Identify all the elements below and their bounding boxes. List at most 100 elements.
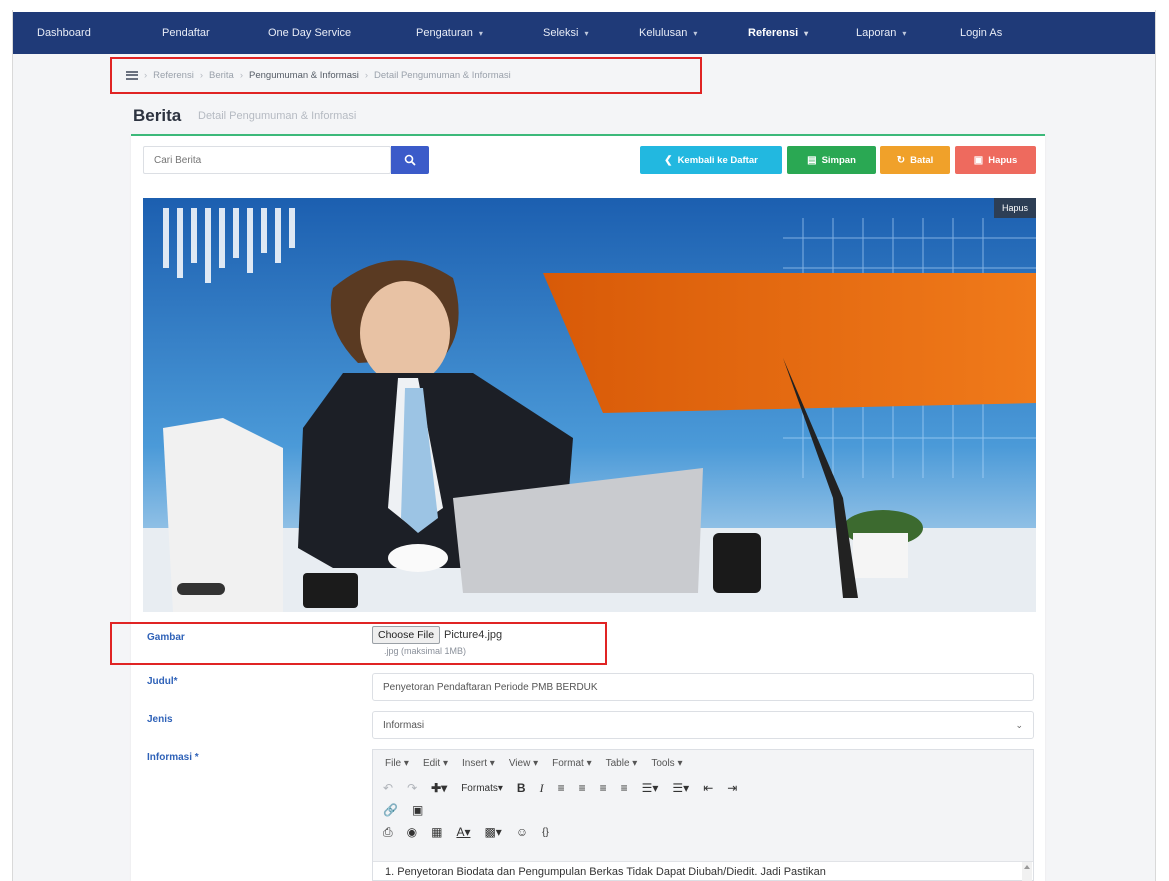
nav-item-login-as[interactable]: Login As	[960, 27, 1002, 39]
judul-input[interactable]: Penyetoran Pendaftaran Periode PMB BERDU…	[372, 673, 1034, 701]
align-center-icon[interactable]: ≡	[579, 781, 586, 795]
nav-item-seleksi[interactable]: Seleksi ▾	[543, 27, 588, 39]
news-image-preview: Hapus	[143, 198, 1036, 612]
chevron-down-icon: ▾	[902, 28, 907, 38]
menu-label: Table	[605, 758, 630, 769]
bullet-list-icon[interactable]: ☰▾	[642, 781, 659, 795]
background-color-icon[interactable]: ▩▾	[484, 825, 501, 839]
formats-dropdown[interactable]: Formats ▾	[461, 783, 503, 794]
page-title: Berita	[133, 106, 182, 125]
back-to-list-button[interactable]: ❮ Kembali ke Daftar	[640, 146, 782, 174]
menu-label: File	[385, 758, 402, 769]
save-button[interactable]: ▤ Simpan	[787, 146, 876, 174]
nav-item-label: Pengaturan	[416, 27, 473, 39]
delete-button-label: Hapus	[988, 154, 1018, 166]
chevron-down-icon: ▾	[804, 28, 809, 38]
align-right-icon[interactable]: ≡	[600, 781, 607, 795]
highlight-box-breadcrumb	[110, 57, 702, 94]
italic-icon[interactable]: I	[540, 781, 544, 796]
editor-menubar: File ▾ Edit ▾ Insert ▾ View ▾ Format ▾ T…	[373, 750, 1033, 769]
image-delete-button[interactable]: Hapus	[993, 198, 1036, 218]
media-icon[interactable]: ▦	[431, 825, 442, 839]
news-photo	[143, 198, 1036, 612]
menu-label: Insert	[461, 758, 487, 769]
nav-item-label: One Day Service	[268, 27, 352, 39]
search-input[interactable]	[143, 146, 391, 174]
back-button-label: Kembali ke Daftar	[677, 154, 758, 166]
editor-menu-edit[interactable]: Edit ▾	[423, 758, 448, 769]
nav-item-pengaturan[interactable]: Pengaturan ▾	[416, 27, 483, 39]
align-justify-icon[interactable]: ≡	[621, 781, 628, 795]
outdent-icon[interactable]: ⇤	[703, 781, 713, 795]
save-icon: ▤	[807, 154, 817, 166]
nav-item-label: Referensi	[748, 27, 799, 39]
align-left-icon[interactable]: ≡	[558, 781, 565, 795]
jenis-label: Jenis	[147, 714, 173, 725]
editor-toolbar: File ▾ Edit ▾ Insert ▾ View ▾ Format ▾ T…	[373, 750, 1033, 862]
editor-menu-insert[interactable]: Insert ▾	[462, 758, 495, 769]
jenis-select-value: Informasi	[383, 719, 425, 731]
editor-menu-file[interactable]: File ▾	[385, 758, 409, 769]
image-icon[interactable]: ▣	[412, 803, 423, 817]
editor-menu-view[interactable]: View ▾	[509, 758, 538, 769]
menu-label: Format	[552, 758, 584, 769]
nav-item-label: Laporan	[856, 27, 897, 39]
search-button[interactable]	[391, 146, 429, 174]
page-subtitle: Detail Pengumuman & Informasi	[198, 110, 357, 122]
search-icon	[404, 154, 416, 166]
judul-label: Judul*	[147, 676, 178, 687]
top-navbar: Dashboard Pendaftar One Day Service Peng…	[13, 12, 1155, 54]
chevron-down-icon: ▾	[584, 28, 589, 38]
delete-button[interactable]: ▣ Hapus	[955, 146, 1036, 174]
print-icon[interactable]: ⎙	[383, 825, 393, 840]
nav-item-label: Login As	[960, 27, 1003, 39]
chevron-down-icon: ⌄	[1015, 719, 1023, 730]
editor-content[interactable]: 1. Penyetoran Biodata dan Pengumpulan Be…	[373, 862, 1033, 881]
editor-menu-format[interactable]: Format ▾	[552, 758, 591, 769]
cancel-button-label: Batal	[910, 154, 934, 166]
menu-label: Tools	[651, 758, 675, 769]
undo-icon[interactable]: ↶	[383, 781, 393, 795]
formats-label: Formats	[461, 782, 498, 794]
nav-item-laporan[interactable]: Laporan ▾	[856, 27, 906, 39]
chevron-left-icon: ❮	[664, 154, 673, 166]
nav-item-referensi[interactable]: Referensi ▾	[748, 27, 808, 39]
code-icon[interactable]: {}	[542, 827, 549, 838]
nav-item-kelulusan[interactable]: Kelulusan ▾	[639, 27, 697, 39]
chevron-down-icon: ▾	[478, 28, 483, 38]
trash-icon: ▣	[973, 154, 984, 166]
editor-menu-tools[interactable]: Tools ▾	[651, 758, 682, 769]
nav-item-pendaftar[interactable]: Pendaftar	[162, 27, 210, 39]
numbered-list-icon[interactable]: ☰▾	[672, 781, 689, 795]
cancel-button[interactable]: ↻ Batal	[880, 146, 950, 174]
rich-text-editor: File ▾ Edit ▾ Insert ▾ View ▾ Format ▾ T…	[372, 749, 1034, 881]
chevron-down-icon: ▾	[693, 28, 698, 38]
frame-divider-right	[1155, 10, 1156, 881]
editor-scrollbar[interactable]	[1022, 862, 1032, 881]
preview-icon[interactable]: ◉	[407, 825, 417, 839]
highlight-box-file-upload	[110, 622, 607, 665]
editor-toolbar-row-3: ⎙ ◉ ▦ A▾ ▩▾ ☺ {}	[373, 821, 1033, 843]
nav-item-label: Dashboard	[37, 27, 91, 39]
editor-toolbar-row-2: 🔗 ▣	[373, 799, 1033, 821]
text-color-icon[interactable]: A▾	[456, 825, 470, 839]
emoticons-icon[interactable]: ☺	[516, 825, 528, 839]
nav-item-label: Kelulusan	[639, 27, 688, 39]
bold-icon[interactable]: B	[517, 781, 526, 795]
save-button-label: Simpan	[821, 154, 856, 166]
redo-icon[interactable]: ↷	[407, 781, 417, 795]
nav-item-dashboard[interactable]: Dashboard	[37, 27, 91, 39]
informasi-label: Informasi *	[147, 752, 199, 763]
jenis-select[interactable]: Informasi ⌄	[372, 711, 1034, 739]
menu-label: Edit	[422, 758, 441, 769]
refresh-icon: ↻	[896, 154, 906, 166]
indent-icon[interactable]: ⇥	[727, 781, 737, 795]
editor-menu-table[interactable]: Table ▾	[606, 758, 638, 769]
editor-toolbar-row-1: ↶ ↷ ✚▾ Formats ▾ B I ≡ ≡ ≡ ≡ ☰▾ ☰▾ ⇤ ⇥	[373, 777, 1033, 799]
link-icon[interactable]: 🔗	[383, 803, 398, 817]
nav-item-label: Seleksi	[543, 27, 579, 39]
nav-item-label: Pendaftar	[162, 27, 210, 39]
menu-label: View	[508, 758, 531, 769]
nav-item-one-day-service[interactable]: One Day Service	[268, 27, 351, 39]
insert-icon[interactable]: ✚▾	[431, 781, 447, 795]
